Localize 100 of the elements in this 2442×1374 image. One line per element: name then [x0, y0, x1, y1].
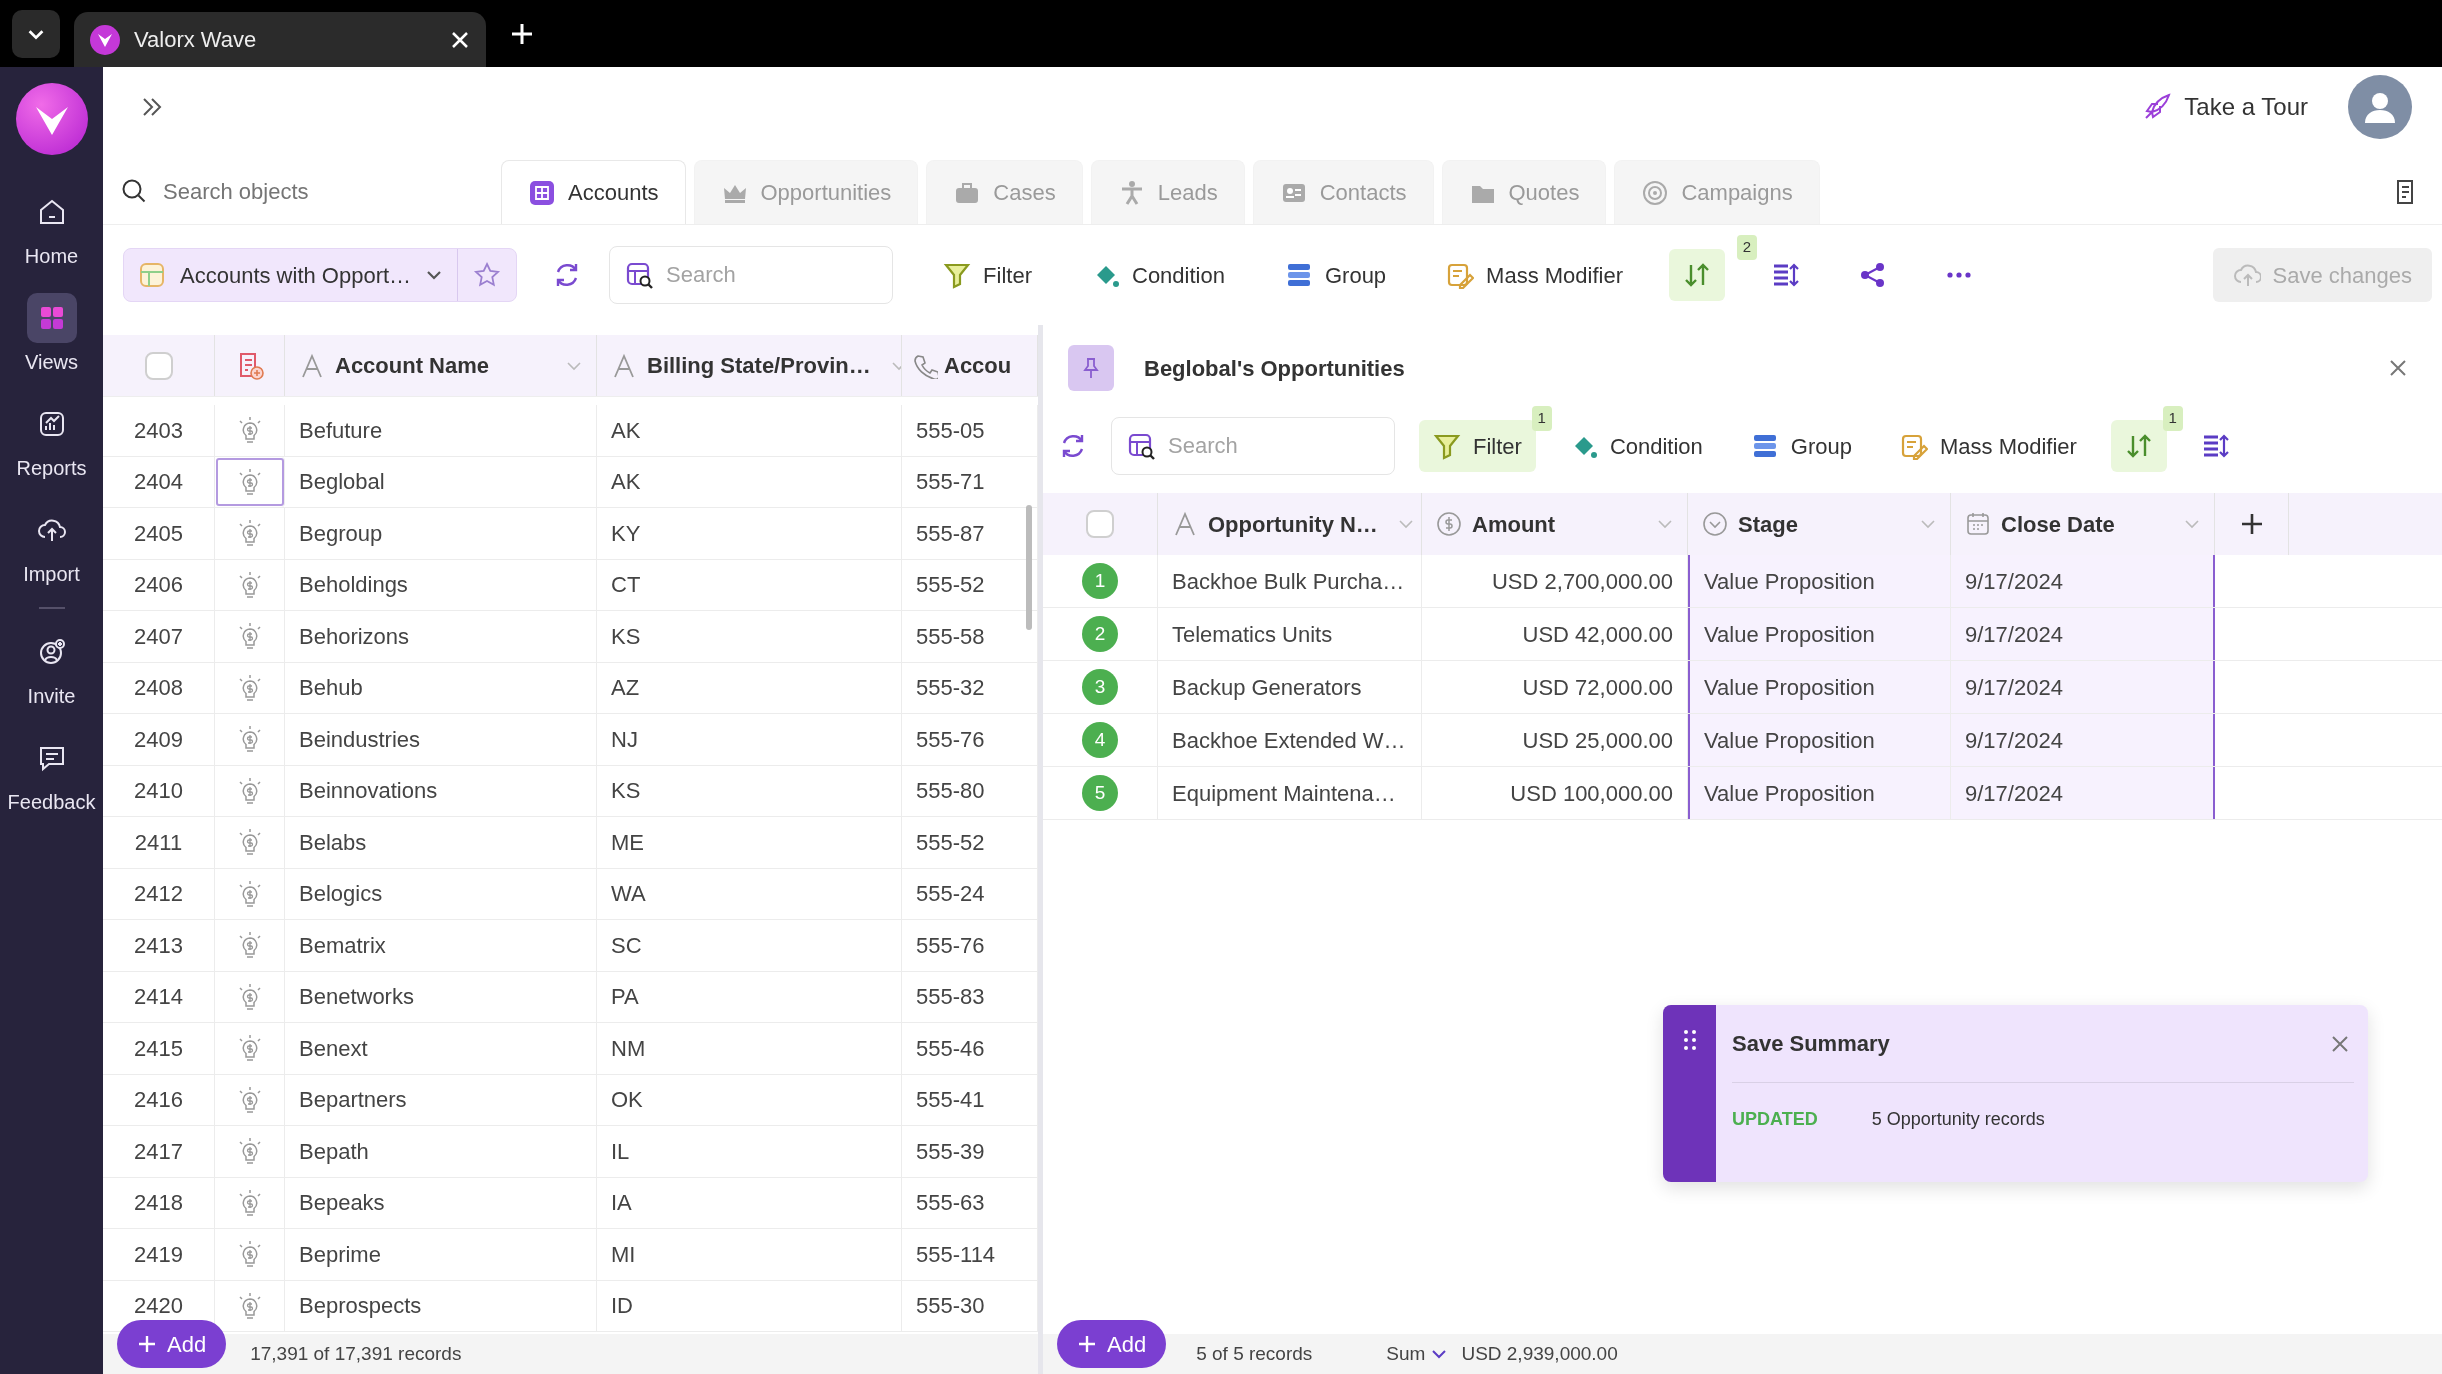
lightbulb-icon	[236, 1137, 263, 1166]
toolbar-button[interactable]: Condition	[1078, 249, 1239, 301]
table-cell: 555-30	[902, 1280, 1038, 1331]
close-icon	[2388, 358, 2408, 378]
star-icon[interactable]	[473, 261, 502, 289]
table-cell: WA	[597, 868, 902, 919]
table-cell[interactable]: Value Proposition	[1688, 714, 1951, 766]
table-cell: Equipment Maintena…	[1158, 767, 1422, 819]
table-cell: 555-76	[902, 920, 1038, 971]
sum-value: USD 2,939,000.00	[1461, 1341, 1618, 1366]
table-cell: 555-76	[902, 714, 1038, 765]
add-button[interactable]: Add	[1057, 1320, 1167, 1368]
toolbar-button[interactable]: Filter	[1419, 420, 1536, 472]
take-tour-link[interactable]: Take a Tour	[2142, 89, 2308, 125]
column-sort-icon	[1771, 261, 1800, 289]
record-count: 17,391 of 17,391 records	[250, 1341, 462, 1366]
lightbulb-icon	[236, 725, 263, 754]
opportunity-cell[interactable]	[215, 456, 285, 507]
table-cell[interactable]: 9/17/2024	[1951, 555, 2215, 607]
plus-icon	[1077, 1334, 1097, 1354]
table-cell: Benext	[285, 1023, 597, 1074]
text-icon	[611, 352, 637, 379]
column-header[interactable]: Billing State/Provin…	[597, 335, 902, 396]
add-column-icon[interactable]	[2239, 512, 2264, 536]
toolbar-button[interactable]: Group	[1736, 420, 1866, 472]
text-icon	[299, 352, 325, 379]
search-icon	[121, 178, 147, 204]
row-index: 3	[1082, 669, 1118, 705]
add-button[interactable]: Add	[117, 1320, 227, 1368]
scrollbar-thumb[interactable]	[1026, 505, 1032, 630]
table-cell: Backhoe Bulk Purcha…	[1158, 555, 1422, 607]
toolbar-button[interactable]: Mass Modifier	[1432, 249, 1638, 301]
new-tab-icon[interactable]	[510, 21, 534, 46]
column-header[interactable]: Accou	[902, 335, 1038, 396]
lightbulb-icon	[236, 879, 263, 908]
dollar-icon	[1436, 511, 1462, 537]
sidebar-item[interactable]: Views	[0, 289, 103, 381]
close-icon[interactable]	[450, 29, 470, 50]
row-index: 1	[1082, 563, 1118, 599]
table-cell: Beprospects	[285, 1280, 597, 1331]
column-header[interactable]: Amount	[1422, 493, 1688, 555]
object-tab[interactable]: Accounts	[501, 160, 686, 224]
toolbar-button[interactable]: Group	[1270, 249, 1401, 301]
table-cell[interactable]: Value Proposition	[1688, 555, 1951, 607]
table-cell[interactable]: Value Proposition	[1688, 767, 1951, 819]
select-all-checkbox[interactable]	[144, 351, 173, 380]
table-cell: Beglobal	[285, 456, 597, 507]
search-field[interactable]: Search	[1111, 417, 1395, 475]
table-cell[interactable]: 9/17/2024	[1951, 608, 2215, 660]
table-cell: IA	[597, 1177, 902, 1228]
toast-message: 5 Opportunity records	[1871, 1107, 2045, 1131]
tab-list-button[interactable]	[12, 9, 60, 58]
toolbar-button[interactable]: Mass Modifier	[1886, 420, 2091, 472]
user-icon	[2363, 90, 2397, 124]
table-cell[interactable]: 9/17/2024	[1951, 714, 2215, 766]
toolbar-button[interactable]: Condition	[1555, 420, 1717, 472]
table-cell[interactable]: 9/17/2024	[1951, 767, 2215, 819]
table-cell: MI	[597, 1229, 902, 1280]
sidebar-item[interactable]: Import	[0, 501, 103, 593]
toolbar-button[interactable]: Filter	[929, 249, 1046, 301]
drag-handle-icon[interactable]	[1682, 1029, 1697, 1051]
filter-icon	[1433, 432, 1461, 460]
table-cell: Beprime	[285, 1229, 597, 1280]
sidebar-item[interactable]: Invite	[0, 623, 103, 715]
toast-title: Save Summary	[1732, 1030, 1890, 1058]
table-cell[interactable]: Value Proposition	[1688, 661, 1951, 713]
select-all-checkbox[interactable]	[1086, 510, 1114, 538]
browser-tab[interactable]: Valorx Wave	[74, 12, 486, 67]
sidebar-item[interactable]: Reports	[0, 395, 103, 487]
table-cell[interactable]: Value Proposition	[1688, 608, 1951, 660]
sort-button[interactable]	[1669, 249, 1726, 301]
row-number: 2416	[103, 1074, 215, 1125]
table-cell: 555-46	[902, 1023, 1038, 1074]
table-cell: Bepeaks	[285, 1177, 597, 1228]
sort-button[interactable]	[2110, 420, 2167, 472]
sidebar-item[interactable]: Home	[0, 183, 103, 275]
table-cell: 555-39	[902, 1126, 1038, 1177]
search-field[interactable]: Search	[609, 246, 894, 304]
table-icon	[528, 178, 556, 207]
plus-icon	[137, 1334, 157, 1354]
column-header[interactable]: Opportunity N…	[1158, 493, 1422, 555]
table-cell: Befuture	[285, 405, 597, 456]
tab-title: Valorx Wave	[134, 26, 258, 54]
row-index: 5	[1082, 775, 1118, 811]
table-cell: KS	[597, 611, 902, 662]
sidebar-item[interactable]: Feedback	[0, 729, 103, 821]
table-cell: CT	[597, 559, 902, 610]
table-cell: OK	[597, 1074, 902, 1125]
table-search-icon	[1127, 432, 1155, 460]
view-selector[interactable]: Accounts with Opport…	[123, 248, 518, 302]
table-cell[interactable]: 9/17/2024	[1951, 661, 2215, 713]
search-field[interactable]: Search objects	[161, 173, 441, 209]
table-cell: 555-05	[902, 405, 1038, 456]
pin-button[interactable]	[1068, 345, 1114, 391]
row-index: 2	[1082, 616, 1118, 652]
sum-dropdown[interactable]: Sum	[1382, 1335, 1452, 1373]
row-number: 2408	[103, 662, 215, 713]
phone-icon	[912, 352, 938, 379]
column-header[interactable]: Account Name	[285, 335, 597, 396]
count-badge: 1	[2162, 406, 2183, 431]
